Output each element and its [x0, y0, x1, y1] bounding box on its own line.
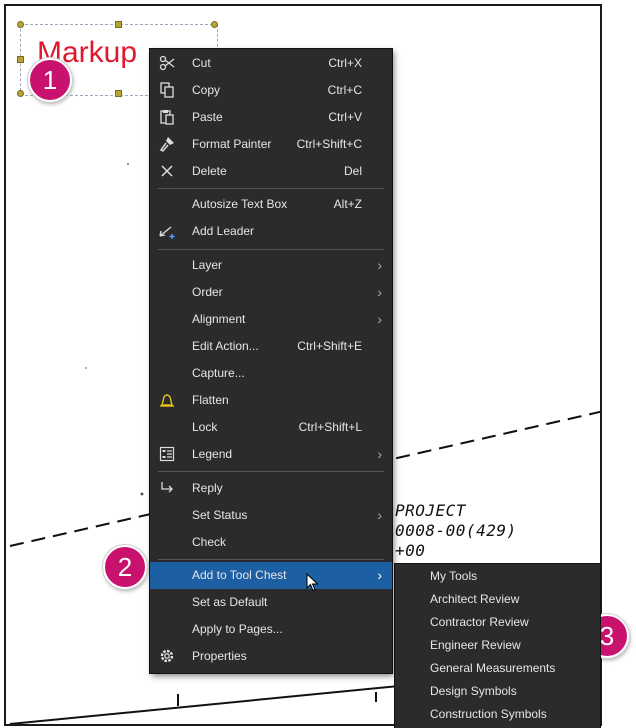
scissors-icon [156, 53, 178, 73]
chevron-right-icon: › [377, 257, 382, 273]
menu-item-autosize-text-box[interactable]: Autosize Text Box Alt+Z [150, 191, 392, 218]
menu-item-label: Flatten [192, 393, 229, 407]
menu-item-label: Copy [192, 83, 221, 97]
menu-item-add-leader[interactable]: Add Leader [150, 218, 392, 245]
menu-item-copy[interactable]: Copy Ctrl+C [150, 77, 392, 104]
resize-handle[interactable] [211, 21, 218, 28]
menu-item-label: Format Painter [192, 137, 272, 151]
menu-separator [158, 188, 384, 189]
menu-item-cut[interactable]: Cut Ctrl+X [150, 50, 392, 77]
menu-item-apply-to-pages[interactable]: Apply to Pages... [150, 616, 392, 643]
submenu-item-contractor-review[interactable]: Contractor Review [430, 615, 529, 629]
station-label: +00 [395, 541, 426, 560]
menu-item-legend[interactable]: Legend › [150, 441, 392, 468]
mouse-cursor-icon [306, 573, 319, 592]
shortcut-label: Ctrl+Shift+E [297, 339, 362, 353]
menu-item-delete[interactable]: Delete Del [150, 158, 392, 185]
menu-item-label: Check [192, 535, 227, 549]
menu-item-label: Legend [192, 447, 233, 461]
menu-item-label: Autosize Text Box [192, 197, 288, 211]
menu-item-properties[interactable]: Properties [150, 643, 392, 670]
close-icon [156, 161, 178, 181]
menu-item-alignment[interactable]: Alignment › [150, 306, 392, 333]
menu-item-flatten[interactable]: Flatten [150, 387, 392, 414]
shortcut-label: Ctrl+Shift+L [298, 420, 362, 434]
menu-item-check[interactable]: Check [150, 529, 392, 556]
menu-item-label: Set Status [192, 508, 248, 522]
menu-item-paste[interactable]: Paste Ctrl+V [150, 104, 392, 131]
add-leader-icon [156, 221, 178, 241]
callout-badge-1: 1 [28, 58, 72, 102]
menu-item-label: Delete [192, 164, 227, 178]
shortcut-label: Del [343, 164, 362, 178]
format-painter-icon [156, 134, 178, 154]
resize-handle[interactable] [17, 21, 24, 28]
submenu-item-engineer-review[interactable]: Engineer Review [430, 638, 521, 652]
menu-item-label: Set as Default [192, 595, 268, 609]
resize-handle[interactable] [17, 56, 24, 63]
submenu-item-design-symbols[interactable]: Design Symbols [430, 684, 517, 698]
menu-item-label: Capture... [192, 366, 245, 380]
menu-item-label: Lock [192, 420, 218, 434]
menu-separator [158, 471, 384, 472]
shortcut-label: Ctrl+C [327, 83, 362, 97]
reply-icon [156, 478, 178, 498]
menu-item-label: Properties [192, 649, 247, 663]
shortcut-label: Alt+Z [333, 197, 362, 211]
submenu-item-architect-review[interactable]: Architect Review [430, 592, 519, 606]
menu-item-format-painter[interactable]: Format Painter Ctrl+Shift+C [150, 131, 392, 158]
submenu-item-my-tools[interactable]: My Tools [430, 569, 477, 583]
menu-item-set-as-default[interactable]: Set as Default [150, 589, 392, 616]
chevron-right-icon: › [377, 311, 382, 327]
submenu-item-general-measurements[interactable]: General Measurements [430, 661, 555, 675]
project-number: 0008-00(429) [395, 521, 517, 540]
menu-item-edit-action[interactable]: Edit Action... Ctrl+Shift+E [150, 333, 392, 360]
menu-item-layer[interactable]: Layer › [150, 252, 392, 279]
shortcut-label: Ctrl+V [328, 110, 362, 124]
chevron-right-icon: › [377, 446, 382, 462]
menu-separator [158, 559, 384, 560]
shortcut-label: Ctrl+X [328, 56, 362, 70]
menu-item-lock[interactable]: Lock Ctrl+Shift+L [150, 414, 392, 441]
submenu-item-construction-symbols[interactable]: Construction Symbols [430, 707, 547, 721]
legend-icon [156, 444, 178, 464]
gear-icon [156, 646, 178, 666]
resize-handle[interactable] [115, 90, 122, 97]
resize-handle[interactable] [115, 21, 122, 28]
paste-icon [156, 107, 178, 127]
context-menu: Cut Ctrl+X Copy Ctrl+C Paste Ctrl+V Form… [150, 49, 392, 673]
menu-item-reply[interactable]: Reply [150, 475, 392, 502]
menu-item-add-to-tool-chest[interactable]: Add to Tool Chest › [150, 562, 392, 589]
chevron-right-icon: › [377, 507, 382, 523]
callout-badge-2: 2 [103, 545, 147, 589]
menu-item-order[interactable]: Order › [150, 279, 392, 306]
menu-item-label: Edit Action... [192, 339, 259, 353]
menu-item-label: Apply to Pages... [192, 622, 283, 636]
menu-item-label: Paste [192, 110, 223, 124]
menu-item-label: Add to Tool Chest [192, 568, 287, 582]
resize-handle[interactable] [17, 90, 24, 97]
chevron-right-icon: › [377, 284, 382, 300]
menu-item-set-status[interactable]: Set Status › [150, 502, 392, 529]
menu-item-label: Cut [192, 56, 211, 70]
tool-chest-submenu: My Tools Architect Review Contractor Rev… [395, 564, 600, 728]
menu-item-label: Reply [192, 481, 223, 495]
menu-item-capture[interactable]: Capture... [150, 360, 392, 387]
chevron-right-icon: › [377, 567, 382, 583]
menu-item-label: Add Leader [192, 224, 255, 238]
menu-item-label: Layer [192, 258, 223, 272]
menu-separator [158, 249, 384, 250]
bell-icon [156, 390, 178, 410]
shortcut-label: Ctrl+Shift+C [296, 137, 362, 151]
menu-item-label: Alignment [192, 312, 246, 326]
copy-icon [156, 80, 178, 100]
menu-item-label: Order [192, 285, 223, 299]
project-label: PROJECT [395, 501, 466, 520]
